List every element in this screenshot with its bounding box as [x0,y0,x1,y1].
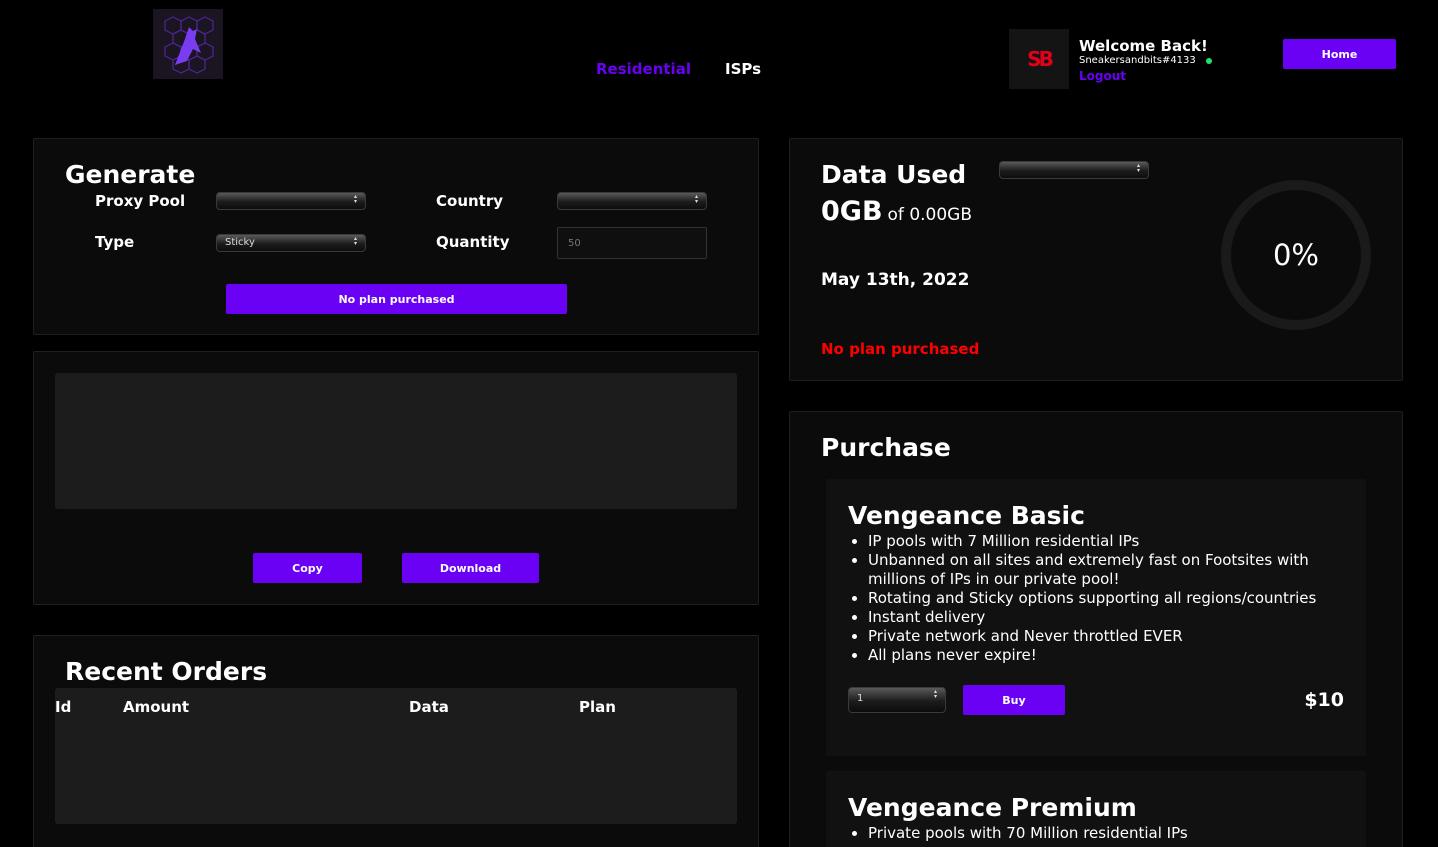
proxy-pool-label: Proxy Pool [95,192,186,210]
data-total-value: of 0.00GB [887,205,973,225]
data-used-title: Data Used [821,160,967,189]
feature-item: Private pools with 70 Million residentia… [868,824,1338,843]
column-header-data: Data [409,698,449,716]
plan-features: Private pools with 70 Million residentia… [868,824,1338,843]
quantity-label: Quantity [436,233,510,251]
data-used-value: 0GB [821,196,883,227]
column-header-plan: Plan [579,698,616,716]
proxy-output-textarea[interactable] [55,373,737,509]
type-select[interactable]: Sticky [216,234,366,252]
tab-isps[interactable]: ISPs [725,60,761,78]
column-header-id: Id [55,698,72,716]
generate-title: Generate [65,160,196,189]
usage-progress-ring: 0% [1221,180,1371,330]
buy-button[interactable]: Buy [963,685,1065,715]
plan-name: Vengeance Premium [848,793,1137,822]
purchase-title: Purchase [821,433,951,462]
usage-percent: 0% [1272,238,1319,272]
username-label: Sneakersandbits#4133 [1079,55,1196,66]
avatar: SB [1009,29,1069,89]
data-used-amount: 0GB of 0.00GB [821,196,972,227]
online-status-icon [1205,57,1212,64]
plan-card-premium: Vengeance Premium Private pools with 70 … [826,771,1366,847]
column-header-amount: Amount [123,698,190,716]
data-used-date: May 13th, 2022 [821,270,970,290]
username: Sneakersandbits#4133 [1079,55,1212,66]
feature-item: Unbanned on all sites and extremely fast… [868,551,1338,589]
copy-button[interactable]: Copy [253,553,362,583]
tab-residential[interactable]: Residential [596,60,691,78]
download-button[interactable]: Download [402,553,539,583]
quantity-input[interactable] [557,227,707,259]
wolf-hexagon-logo-icon[interactable] [153,9,223,79]
generate-button[interactable]: No plan purchased [226,284,567,314]
recent-orders-title: Recent Orders [65,657,268,686]
feature-item: Instant delivery [868,608,1338,627]
plan-select[interactable] [999,161,1149,179]
dashboard: Residential ISPs SB Welcome Back! Sneake… [0,0,1438,847]
welcome-text: Welcome Back! [1079,37,1208,55]
plan-status: No plan purchased [821,340,980,358]
avatar-text: SB [1027,47,1054,71]
type-label: Type [95,233,135,251]
feature-item: IP pools with 7 Million residential IPs [868,532,1338,551]
feature-item: Rotating and Sticky options supporting a… [868,589,1338,608]
plan-features: IP pools with 7 Million residential IPs … [868,532,1338,665]
logout-link[interactable]: Logout [1079,69,1126,83]
plan-price: $10 [1304,689,1344,711]
plan-card-basic: Vengeance Basic IP pools with 7 Million … [826,479,1366,756]
feature-item: Private network and Never throttled EVER [868,627,1338,646]
plan-quantity-select[interactable]: 1 [848,687,946,713]
country-select[interactable] [557,192,707,210]
plan-name: Vengeance Basic [848,501,1085,530]
home-button[interactable]: Home [1283,39,1396,69]
feature-item: All plans never expire! [868,646,1338,665]
proxy-pool-select[interactable] [216,192,366,210]
country-label: Country [436,192,504,210]
